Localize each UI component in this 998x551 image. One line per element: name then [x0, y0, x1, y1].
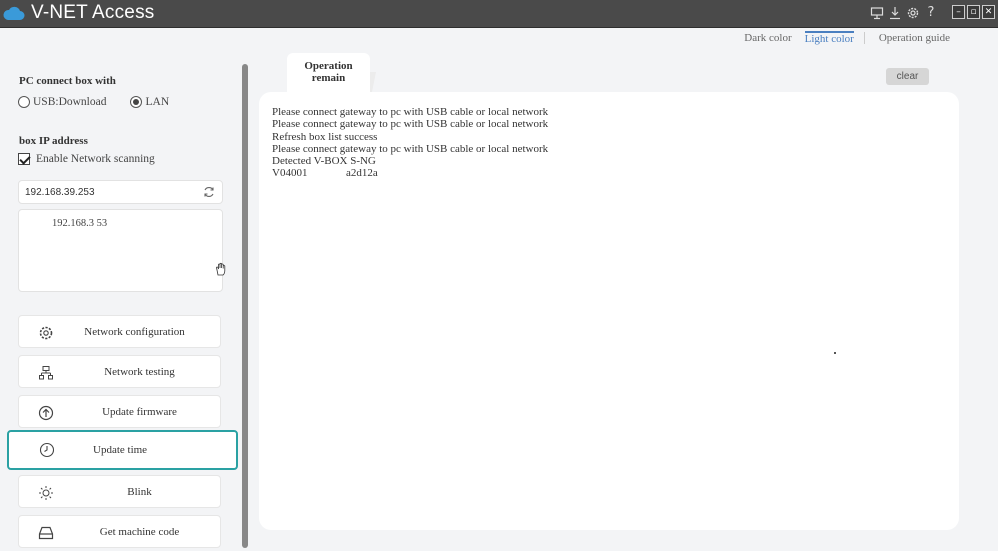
- log-line: Please connect gateway to pc with USB ca…: [272, 106, 549, 118]
- network-configuration-button[interactable]: Network configuration: [18, 315, 221, 348]
- button-label: Network testing: [104, 366, 175, 378]
- download-icon[interactable]: [888, 4, 902, 22]
- refresh-icon[interactable]: [203, 186, 215, 198]
- log-line: Please connect gateway to pc with USB ca…: [272, 118, 549, 131]
- lan-radio[interactable]: LAN: [130, 96, 169, 108]
- theme-links: Dark color Light color Operation guide: [744, 31, 950, 45]
- tab-label-line2: remain: [311, 72, 346, 84]
- log-line: Detected V-BOX S-NG: [272, 155, 376, 168]
- update-firmware-button[interactable]: Update firmware: [18, 395, 221, 428]
- get-machine-code-button[interactable]: Get machine code: [18, 515, 221, 548]
- log-panel: Please connect gateway to pc with USB ca…: [259, 92, 959, 530]
- connect-title: PC connect box with: [19, 75, 116, 87]
- maximize-button[interactable]: ▫: [967, 5, 980, 19]
- radio-lan[interactable]: [130, 96, 143, 108]
- monitor-icon[interactable]: [870, 4, 884, 22]
- divider: [863, 32, 865, 44]
- log-line: Please connect gateway to pc with USB ca…: [272, 142, 549, 155]
- network-testing-button[interactable]: Network testing: [18, 355, 221, 388]
- radio-usb[interactable]: [18, 96, 30, 108]
- button-label: Update firmware: [102, 406, 177, 418]
- usb-download-label: USB:Download: [33, 96, 107, 108]
- network-scanning-checkbox[interactable]: [18, 153, 30, 165]
- usb-download-radio[interactable]: USB:Download: [18, 96, 106, 108]
- tray-icon: [38, 526, 54, 540]
- log-lines: Please connect gateway to pc with USB ca…: [272, 106, 548, 180]
- connect-options: USB:Download LAN: [18, 96, 169, 108]
- minimize-button[interactable]: –: [952, 5, 965, 19]
- network-scanning-label: Enable Network scanning: [36, 153, 155, 165]
- close-button[interactable]: ✕: [982, 5, 995, 19]
- update-time-button[interactable]: Update time: [7, 430, 238, 470]
- dark-color-link[interactable]: Dark color: [744, 32, 791, 44]
- network-icon: [39, 366, 53, 380]
- log-line: Refresh box list success: [272, 130, 378, 143]
- list-item[interactable]: 192.168.3 53: [52, 218, 107, 229]
- button-label: Blink: [127, 486, 152, 498]
- stray-dot: [834, 352, 836, 354]
- box-ip-title: box IP address: [19, 135, 88, 147]
- settings-icon[interactable]: [906, 4, 920, 22]
- cloud-icon: [3, 6, 25, 20]
- network-scanning-option[interactable]: Enable Network scanning: [18, 153, 155, 165]
- app-title: V-NET Access: [31, 2, 155, 23]
- button-label: Update time: [93, 444, 148, 456]
- button-label: Network configuration: [84, 326, 185, 338]
- help-icon[interactable]: ?: [924, 4, 938, 22]
- clock-icon: [39, 442, 55, 458]
- sun-icon: [39, 486, 53, 500]
- clear-button[interactable]: clear: [886, 68, 929, 85]
- blink-button[interactable]: Blink: [18, 475, 221, 508]
- button-label: Get machine code: [99, 526, 180, 538]
- light-color-link[interactable]: Light color: [804, 31, 854, 45]
- tab-operation-remain[interactable]: Operation remain: [287, 53, 370, 92]
- tab-label-line1: Operation: [304, 60, 353, 72]
- upload-icon: [38, 405, 54, 421]
- operation-guide-link[interactable]: Operation guide: [879, 32, 950, 44]
- lan-label: LAN: [145, 96, 170, 108]
- hand-cursor-icon: [216, 262, 226, 276]
- box-ip-list[interactable]: 192.168.3 53: [18, 209, 223, 292]
- log-line: V04001 a2d12a: [272, 167, 378, 180]
- sidebar-scrollbar[interactable]: [242, 64, 248, 548]
- title-bar: V-NET Access ? – ▫ ✕: [0, 0, 998, 28]
- ip-address-field[interactable]: 192.168.39.253: [18, 180, 223, 204]
